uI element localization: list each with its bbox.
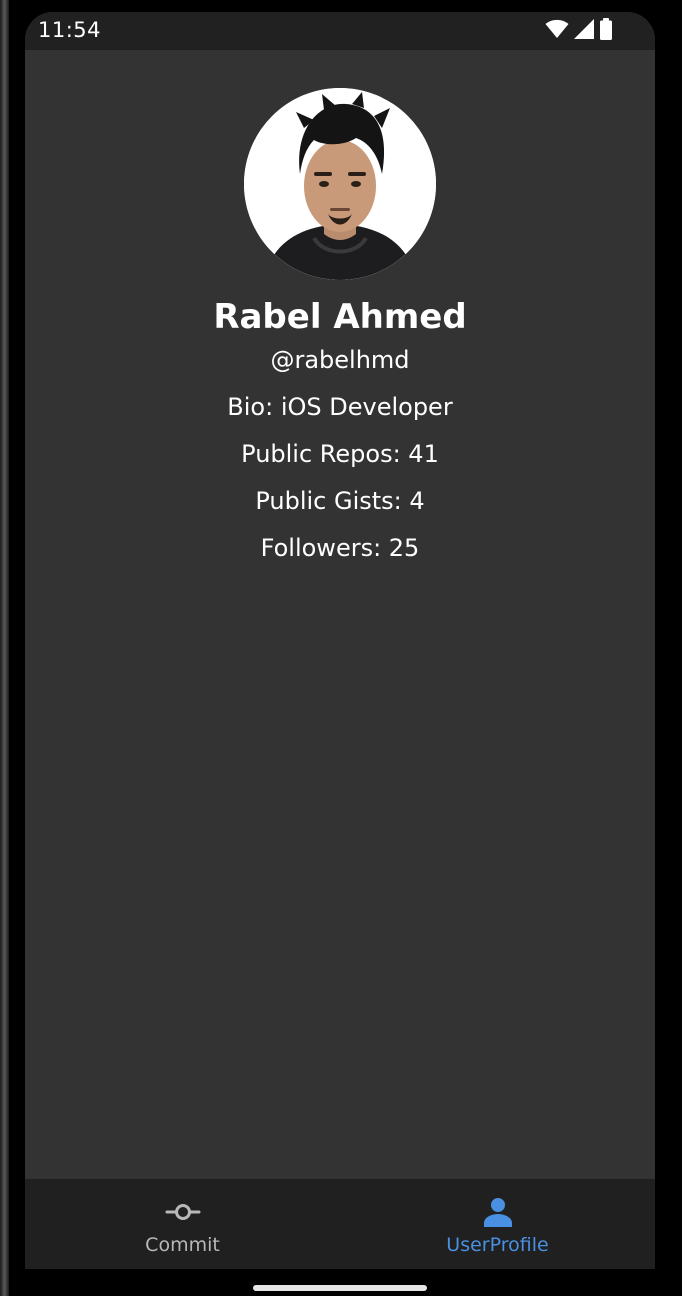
tab-userprofile-label: UserProfile <box>446 1234 549 1256</box>
status-icons <box>545 18 613 44</box>
home-indicator[interactable] <box>253 1285 427 1291</box>
followers-count: Followers: 25 <box>260 534 420 562</box>
signal-icon <box>574 19 594 43</box>
tab-userprofile[interactable]: UserProfile <box>340 1179 655 1269</box>
user-handle: @rabelhmd <box>270 346 410 374</box>
app-screen: 11:54 Rabel Ahmed @rabelhmd Bio: iOS Dev… <box>25 12 655 1269</box>
bottom-navigation: Commit UserProfile <box>25 1179 655 1269</box>
tab-commit-label: Commit <box>145 1234 220 1256</box>
battery-icon <box>599 18 613 44</box>
public-gists: Public Gists: 4 <box>255 487 425 515</box>
avatar <box>244 88 436 280</box>
device-frame: 11:54 Rabel Ahmed @rabelhmd Bio: iOS Dev… <box>0 0 682 1296</box>
device-bezel <box>0 0 9 1296</box>
commit-icon <box>165 1197 201 1227</box>
tab-commit[interactable]: Commit <box>25 1179 340 1269</box>
user-name: Rabel Ahmed <box>213 297 467 337</box>
status-time: 11:54 <box>38 18 102 42</box>
person-icon <box>480 1197 516 1227</box>
user-bio: Bio: iOS Developer <box>227 393 453 421</box>
status-bar: 11:54 <box>25 12 655 50</box>
public-repos: Public Repos: 41 <box>241 440 439 468</box>
avatar-image <box>244 88 436 280</box>
wifi-icon <box>545 19 569 43</box>
profile-content: Rabel Ahmed @rabelhmd Bio: iOS Developer… <box>25 50 655 1179</box>
